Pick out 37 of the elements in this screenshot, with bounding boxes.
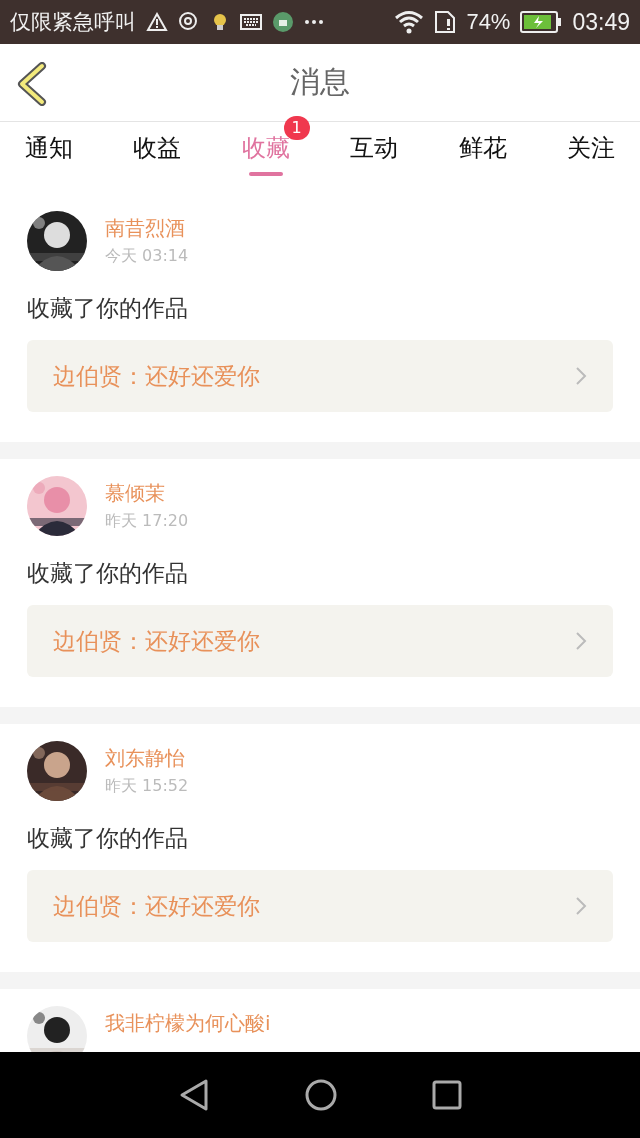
target-icon — [178, 11, 200, 33]
wifi-icon — [394, 10, 425, 34]
battery-icon — [520, 11, 563, 33]
chevron-right-icon — [575, 896, 587, 916]
tab[interactable]: 鲜花 — [446, 122, 519, 184]
tab[interactable]: 互动 — [338, 122, 411, 184]
back-icon[interactable] — [178, 1078, 210, 1112]
message-text: 收藏了你的作品 — [27, 824, 189, 853]
work-link[interactable]: 边伯贤：还好还爱你 — [27, 605, 613, 677]
timestamp: 今天 03:14 — [105, 246, 189, 267]
page-title: 消息 — [290, 63, 350, 101]
warning-icon — [146, 12, 168, 32]
tab[interactable]: 关注 — [554, 122, 627, 184]
tab[interactable]: 收益 — [121, 122, 194, 184]
work-link[interactable]: 边伯贤：还好还爱你 — [27, 870, 613, 942]
work-link[interactable]: 边伯贤：还好还爱你 — [27, 340, 613, 412]
user-name[interactable]: 我非柠檬为何心酸i — [105, 1010, 271, 1037]
recents-icon[interactable] — [432, 1080, 462, 1110]
user-name[interactable]: 刘东静怡 — [105, 745, 189, 772]
clock-time: 03:49 — [572, 8, 630, 36]
battery-percentage: 74% — [466, 9, 511, 35]
tab-underline — [248, 172, 283, 176]
tab[interactable]: 通知 — [13, 122, 85, 184]
more-icon — [304, 19, 324, 25]
back-icon[interactable] — [16, 62, 48, 106]
message-text: 收藏了你的作品 — [27, 559, 189, 588]
sim-card-icon — [434, 10, 457, 34]
user-name[interactable]: 慕倾茉 — [105, 480, 189, 507]
carrier-text: 仅限紧急呼叫 — [10, 9, 136, 36]
home-icon[interactable] — [304, 1078, 338, 1112]
chevron-right-icon — [575, 631, 587, 651]
timestamp: 昨天 15:52 — [105, 776, 189, 797]
user-name[interactable]: 南昔烈酒 — [105, 215, 189, 242]
message-text: 收藏了你的作品 — [27, 294, 189, 323]
chevron-right-icon — [575, 366, 587, 386]
keyboard-icon — [240, 14, 262, 30]
timestamp: 昨天 17:20 — [105, 511, 189, 532]
